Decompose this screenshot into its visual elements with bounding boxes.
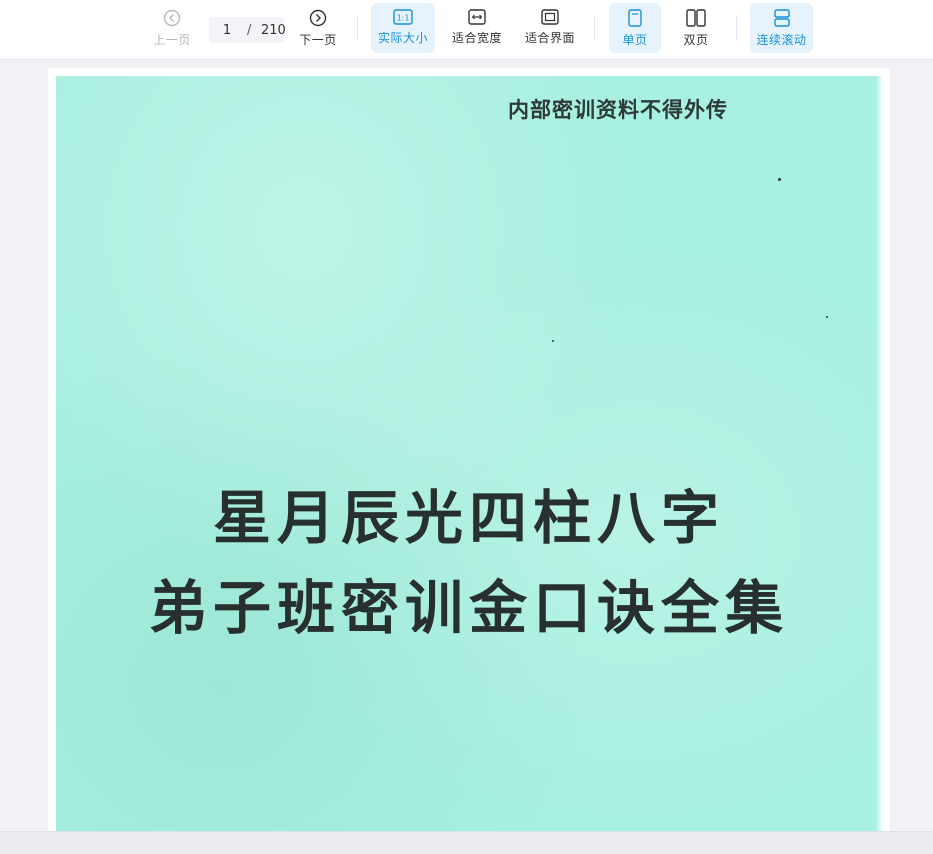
cover-edge: [876, 76, 882, 838]
scan-speck: [826, 316, 828, 318]
next-page-button[interactable]: 下一页: [294, 3, 342, 53]
fit-page-icon: [541, 9, 559, 25]
current-page-input[interactable]: 1: [221, 23, 233, 38]
actual-size-label: 实际大小: [377, 31, 428, 45]
toolbar-divider: [357, 17, 358, 41]
cover-title-line-2: 弟子班密训金口诀全集: [148, 574, 789, 642]
actual-size-button[interactable]: 1:1 实际大小: [371, 3, 435, 53]
prev-page-label: 上一页: [153, 33, 191, 47]
fit-page-button[interactable]: 适合界面: [519, 3, 581, 53]
double-page-label: 双页: [683, 33, 709, 47]
continuous-scroll-button[interactable]: 连续滚动: [750, 3, 813, 53]
page-indicator: 1 / 210: [209, 17, 286, 43]
scan-speck: [778, 178, 781, 181]
continuous-scroll-label: 连续滚动: [756, 33, 807, 47]
chevron-right-circle-icon: [309, 9, 327, 27]
fit-width-icon: [468, 9, 486, 25]
prev-page-button[interactable]: 上一页: [148, 3, 196, 53]
fit-page-label: 适合界面: [524, 31, 575, 45]
actual-size-icon-text: 1:1: [397, 14, 410, 23]
horizontal-scrollbar[interactable]: [0, 831, 933, 854]
fit-width-label: 适合宽度: [451, 31, 502, 45]
single-page-icon: [628, 9, 642, 27]
toolbar-divider: [736, 17, 737, 41]
document-page: 内部密训资料不得外传 星月辰光四柱八字 弟子班密训金口诀全集: [48, 68, 890, 838]
continuous-scroll-icon: [773, 9, 790, 27]
actual-size-icon: 1:1: [393, 9, 413, 25]
scan-speck: [552, 340, 554, 342]
total-pages: 210: [261, 22, 286, 38]
cover-image: 内部密训资料不得外传 星月辰光四柱八字 弟子班密训金口诀全集: [56, 76, 882, 838]
double-page-button[interactable]: 双页: [670, 3, 722, 53]
viewer-toolbar: 上一页 1 / 210 下一页 1:1 实际大小 适合宽度 适合界面 单页 双页…: [0, 0, 933, 60]
double-page-icon: [686, 9, 706, 27]
single-page-label: 单页: [622, 33, 648, 47]
page-separator: /: [247, 22, 252, 38]
single-page-button[interactable]: 单页: [609, 3, 661, 53]
chevron-left-circle-icon: [163, 9, 181, 27]
cover-notice: 内部密训资料不得外传: [508, 98, 728, 122]
toolbar-divider: [594, 17, 595, 41]
cover-title-line-1: 星月辰光四柱八字: [212, 484, 725, 552]
next-page-label: 下一页: [299, 33, 337, 47]
fit-width-button[interactable]: 适合宽度: [446, 3, 508, 53]
